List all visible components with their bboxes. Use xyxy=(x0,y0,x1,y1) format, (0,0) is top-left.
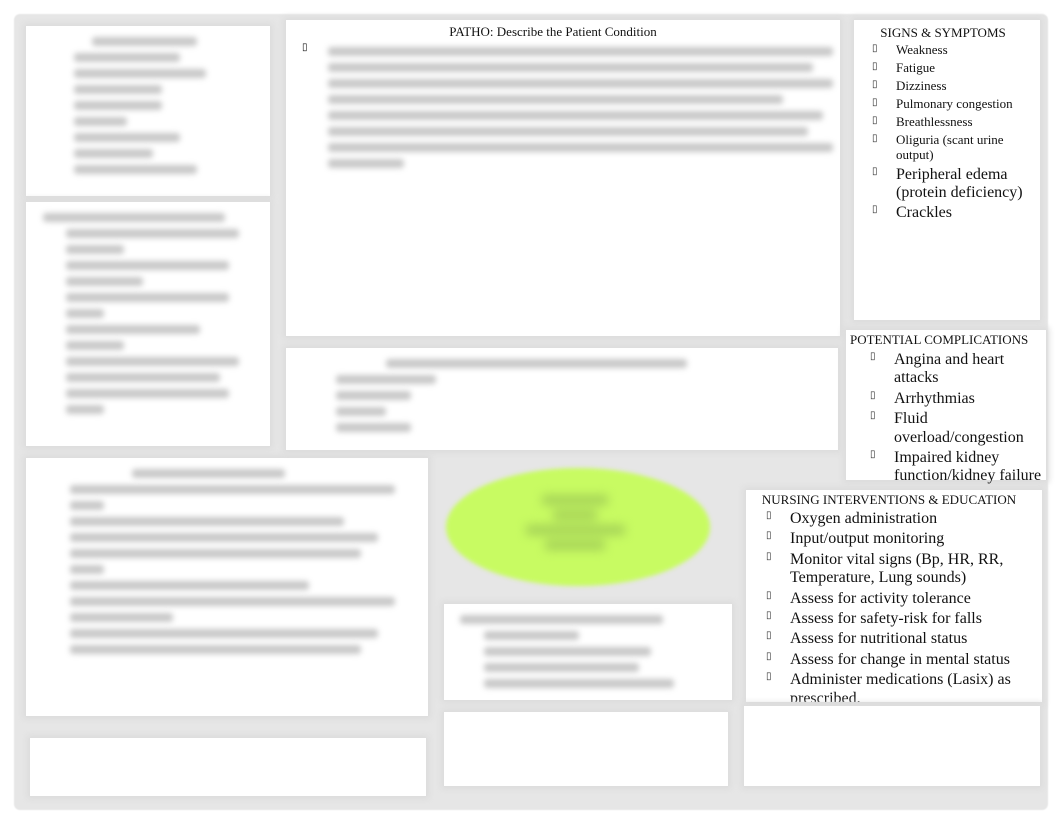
symptom-item: ▯ Dizziness xyxy=(872,77,1040,94)
square-bullet-icon: ▯ xyxy=(870,351,876,362)
patho-title: PATHO: Describe the Patient Condition xyxy=(449,24,657,39)
intervention-item-text: Input/output monitoring xyxy=(790,530,945,548)
square-bullet-icon: ▯ xyxy=(872,43,878,54)
signs-symptoms-panel: SIGNS & SYMPTOMS ▯ Weakness ▯ Fatigue ▯ Dizzi… xyxy=(854,20,1040,320)
symptom-item-text: Breathlessness xyxy=(896,113,973,129)
nursing-interventions-panel: NURSING INTERVENTIONS & EDUCATION ▯ Oxyge… xyxy=(746,490,1042,702)
empty-panel-bottom-center xyxy=(444,712,728,786)
square-bullet-icon: ▯ xyxy=(872,60,878,72)
symptom-item-text: Peripheral edema (protein deficiency) xyxy=(896,165,1023,201)
square-bullet-icon: ▯ xyxy=(766,650,772,662)
blurred-panel-center-lower xyxy=(444,604,732,700)
complication-item-text: Arrhythmias xyxy=(894,389,975,407)
intervention-item: ▯ Oxygen administration xyxy=(766,510,1042,528)
potential-complications-title: POTENTIAL COMPLICATIONS xyxy=(850,332,1029,347)
symptom-item: ▯ Weakness xyxy=(872,42,1040,58)
symptom-item-text: Fatigue xyxy=(896,59,935,75)
complication-item-text: Fluid overload/congestion xyxy=(894,410,1024,446)
ellipse-blurred-text xyxy=(520,490,630,560)
square-bullet-icon: ▯ xyxy=(872,78,878,90)
complication-item: ▯ Angina and heart attacks xyxy=(870,351,1046,388)
square-bullet-icon: ▯ xyxy=(766,510,772,521)
symptom-item: ▯ Pulmonary congestion xyxy=(872,95,1040,112)
potential-complications-panel: POTENTIAL COMPLICATIONS ▯ Angina and hear… xyxy=(846,330,1046,484)
intervention-item-text: Assess for nutritional status xyxy=(790,630,968,648)
square-bullet-icon: ▯ xyxy=(872,165,878,177)
square-bullet-icon: ▯ xyxy=(302,42,308,53)
square-bullet-icon: ▯ xyxy=(766,671,772,683)
symptom-item-text: Pulmonary congestion xyxy=(896,95,1013,111)
square-bullet-icon: ▯ xyxy=(766,630,772,642)
patho-panel: PATHO: Describe the Patient Condition ▯ xyxy=(286,20,840,336)
intervention-item-text: Administer medications (Lasix) as prescr… xyxy=(790,671,1011,702)
intervention-item-text: Monitor vital signs (Bp, HR, RR, Tempera… xyxy=(790,550,1004,587)
symptom-item-text: Dizziness xyxy=(896,77,947,93)
empty-panel-bottom-left xyxy=(30,738,426,796)
intervention-item: ▯ Input/output monitoring xyxy=(766,530,1042,548)
complication-item-text: Impaired kidney function/kidney failure xyxy=(894,448,1042,485)
symptom-item: ▯ Fatigue xyxy=(872,59,1040,76)
blurred-panel-top-left xyxy=(26,26,270,196)
square-bullet-icon: ▯ xyxy=(766,589,772,601)
intervention-item-text: Assess for activity tolerance xyxy=(790,589,971,607)
nursing-interventions-title: NURSING INTERVENTIONS & EDUCATION xyxy=(761,492,1017,507)
symptom-item: ▯ Crackles xyxy=(872,204,1040,222)
intervention-item: ▯ Assess for nutritional status xyxy=(766,630,1042,648)
square-bullet-icon: ▯ xyxy=(872,96,878,108)
signs-symptoms-title: SIGNS & SYMPTOMS xyxy=(880,25,1006,40)
square-bullet-icon: ▯ xyxy=(870,389,876,401)
blurred-panel-center xyxy=(286,348,838,450)
intervention-item-text: Assess for change in mental status xyxy=(790,650,1010,668)
symptom-item-text: Weakness xyxy=(896,42,948,57)
square-bullet-icon: ▯ xyxy=(872,132,878,144)
complication-item-text: Angina and heart attacks xyxy=(894,351,1005,387)
symptom-item-text: Oliguria (scant urine output) xyxy=(896,131,1004,162)
blurred-panel-lower-left xyxy=(26,458,428,716)
intervention-item: ▯ Assess for change in mental status xyxy=(766,651,1042,669)
intervention-item-text: Oxygen administration xyxy=(790,510,938,527)
square-bullet-icon: ▯ xyxy=(872,114,878,126)
symptom-item: ▯ Breathlessness xyxy=(872,113,1040,130)
symptom-item-text: Crackles xyxy=(896,204,952,222)
square-bullet-icon: ▯ xyxy=(766,530,772,542)
square-bullet-icon: ▯ xyxy=(870,410,876,422)
intervention-item-text: Assess for safety-risk for falls xyxy=(790,609,982,627)
complication-item: ▯ Fluid overload/congestion xyxy=(870,410,1046,447)
square-bullet-icon: ▯ xyxy=(766,550,772,562)
complication-item: ▯ Arrhythmias xyxy=(870,390,1046,408)
intervention-item: ▯ Assess for activity tolerance xyxy=(766,590,1042,608)
intervention-item: ▯ Assess for safety-risk for falls xyxy=(766,610,1042,628)
empty-panel-bottom-right xyxy=(744,706,1040,786)
blurred-panel-mid-left xyxy=(26,202,270,446)
intervention-item: ▯ Monitor vital signs (Bp, HR, RR, Temper… xyxy=(766,551,1042,588)
symptom-item: ▯ Oliguria (scant urine output) xyxy=(872,131,1040,163)
square-bullet-icon: ▯ xyxy=(870,448,876,460)
complication-item: ▯ Impaired kidney function/kidney failure xyxy=(870,449,1046,486)
symptom-item: ▯ Peripheral edema (protein deficiency) xyxy=(872,166,1040,203)
square-bullet-icon: ▯ xyxy=(766,609,772,621)
intervention-item: ▯ Administer medications (Lasix) as presc… xyxy=(766,671,1042,702)
square-bullet-icon: ▯ xyxy=(872,204,878,216)
